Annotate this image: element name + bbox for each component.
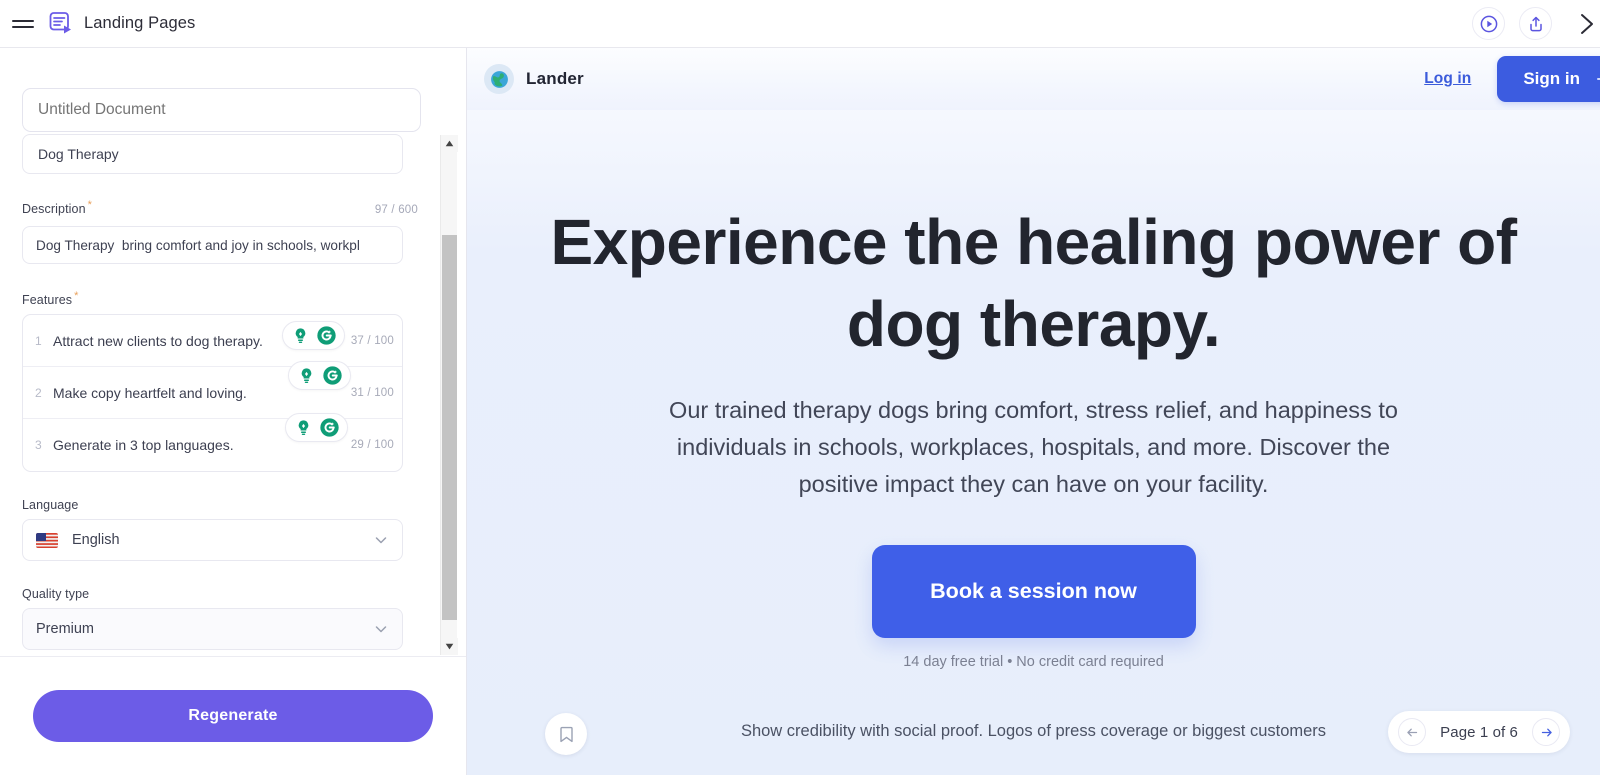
preview-site-nav: Lander Log in Sign in xyxy=(467,48,1600,110)
arrow-right-circle-icon xyxy=(1541,728,1552,736)
sidebar-scrollbar[interactable] xyxy=(440,135,458,655)
feature-counter: 37 / 100 xyxy=(350,334,394,347)
quality-block: Quality type Premium xyxy=(22,587,418,651)
scroll-down-button[interactable] xyxy=(441,638,458,655)
book-session-button[interactable]: Book a session now xyxy=(871,545,1196,639)
hamburger-menu-icon[interactable] xyxy=(12,16,34,32)
form-scroll-area: Description* 97 / 600 Features* 1 Attrac… xyxy=(0,48,440,656)
feature-counter: 31 / 100 xyxy=(350,386,394,399)
collapse-panel-button[interactable] xyxy=(1566,0,1600,48)
refresh-circle-icon[interactable] xyxy=(316,325,337,346)
lightbulb-icon[interactable] xyxy=(293,417,314,438)
app-root: Landing Pages Untitled Document Dog Ther… xyxy=(0,0,1600,775)
quality-select[interactable]: Premium xyxy=(22,608,403,651)
hero-section: Experience the healing power of dog ther… xyxy=(467,110,1600,670)
language-label: Language xyxy=(22,498,79,513)
language-block: Language English xyxy=(22,498,418,562)
page-navigator: Page 1 of 6 xyxy=(1388,711,1570,753)
language-select[interactable]: English xyxy=(22,519,403,562)
next-page-button[interactable] xyxy=(1532,718,1560,746)
features-list: 1 Attract new clients to dog therapy. 37… xyxy=(22,314,403,473)
share-upload-icon xyxy=(1529,16,1542,31)
lightbulb-icon[interactable] xyxy=(296,365,317,386)
scrollbar-thumb[interactable] xyxy=(442,235,457,620)
brand-name: Lander xyxy=(526,69,584,88)
signin-label: Sign in xyxy=(1523,69,1580,88)
avatar xyxy=(484,64,514,94)
refresh-circle-icon[interactable] xyxy=(322,365,343,386)
login-link[interactable]: Log in xyxy=(1424,70,1471,88)
globe-icon xyxy=(490,70,508,88)
preview-footer: Show credibility with social proof. Logo… xyxy=(467,679,1600,775)
landing-page-preview: Lander Log in Sign in Experience the hea… xyxy=(467,48,1600,775)
page-title: Landing Pages xyxy=(84,14,196,32)
hero-subheadline: Our trained therapy dogs bring comfort, … xyxy=(669,396,1398,498)
arrow-left-circle-icon xyxy=(1407,728,1417,736)
caret-down-icon xyxy=(445,643,454,650)
top-bar: Landing Pages xyxy=(0,0,1600,48)
regenerate-button[interactable]: Regenerate xyxy=(33,690,433,742)
document-title-input[interactable] xyxy=(22,88,421,132)
chevron-down-icon xyxy=(375,537,387,544)
preview-nav-actions: Log in Sign in xyxy=(1424,56,1600,102)
feature-actions xyxy=(285,413,348,443)
play-circle-icon xyxy=(1480,15,1497,32)
caret-up-icon xyxy=(445,140,454,147)
language-value: English xyxy=(72,532,120,549)
share-button[interactable] xyxy=(1519,7,1552,40)
feature-actions xyxy=(288,361,351,391)
features-block: Features * 1 Attract new clients to dog t… xyxy=(22,290,418,473)
description-input[interactable] xyxy=(22,226,403,265)
cta-note: 14 day free trial • No credit card requi… xyxy=(903,654,1164,671)
regenerate-footer: Regenerate xyxy=(0,656,466,775)
arrow-right-icon xyxy=(1597,78,1600,80)
refresh-circle-icon[interactable] xyxy=(319,417,340,438)
feature-index: 3 xyxy=(35,438,42,453)
hero-cta-group: Book a session now 14 day free trial • N… xyxy=(527,545,1540,670)
features-label: Features * xyxy=(22,290,79,308)
feature-index: 2 xyxy=(35,385,42,400)
hero-headline: Experience the healing power of dog ther… xyxy=(550,206,1517,360)
page-indicator: Page 1 of 6 xyxy=(1440,723,1518,741)
required-marker: * xyxy=(74,290,79,303)
editor-sidebar: Description* 97 / 600 Features* 1 Attrac… xyxy=(0,48,467,775)
feature-actions xyxy=(282,321,345,351)
description-counter: 97 / 600 xyxy=(374,204,418,217)
brand: Lander xyxy=(484,64,584,94)
chevron-right-icon xyxy=(1581,13,1593,34)
prev-page-button[interactable] xyxy=(1398,718,1427,746)
scroll-up-button[interactable] xyxy=(441,135,458,152)
us-flag-icon xyxy=(36,532,58,548)
feature-counter: 29 / 100 xyxy=(350,439,394,452)
required-marker: * xyxy=(87,199,93,211)
signin-button[interactable]: Sign in xyxy=(1497,56,1600,102)
document-subtitle-input[interactable] xyxy=(22,134,403,174)
description-block: Description * 97 / 600 xyxy=(22,199,418,265)
description-label: Description * xyxy=(22,199,93,217)
table-row[interactable]: 3 Generate in 3 top languages. 29 / 100 xyxy=(23,413,402,471)
top-bar-actions xyxy=(1472,0,1600,48)
landing-pages-logo-icon xyxy=(49,11,71,33)
quality-label: Quality type xyxy=(22,587,90,602)
chevron-down-icon xyxy=(375,626,387,633)
feature-index: 1 xyxy=(35,333,42,348)
lightbulb-icon[interactable] xyxy=(290,325,311,346)
preview-button[interactable] xyxy=(1472,7,1505,40)
table-row[interactable]: 1 Attract new clients to dog therapy. 37… xyxy=(23,315,402,368)
quality-value: Premium xyxy=(36,621,95,638)
table-row[interactable]: 2 Make copy heartfelt and loving. 31 / 1… xyxy=(23,361,402,420)
